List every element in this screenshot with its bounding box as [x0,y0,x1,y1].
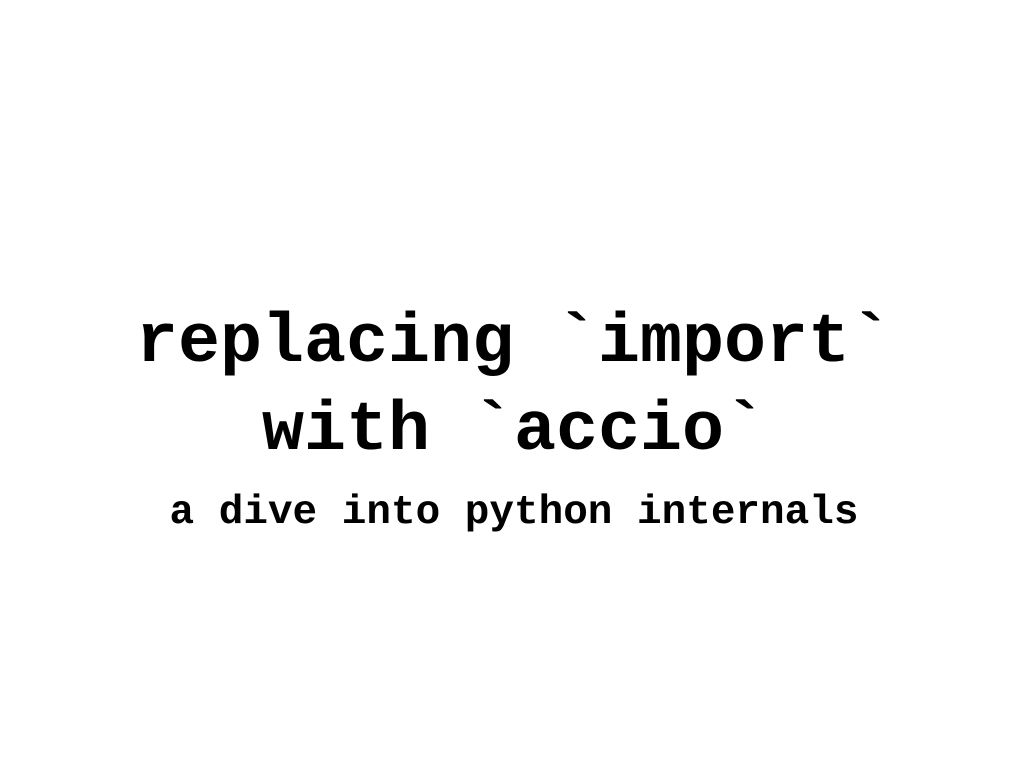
slide-title-line-2: with `accio` [261,392,767,471]
slide-subtitle: a dive into python internals [169,490,859,536]
slide: replacing `import` with `accio` a dive i… [0,0,1028,772]
slide-title-line-1: replacing `import` [135,304,893,383]
slide-title: replacing `import` with `accio` [0,300,1028,476]
